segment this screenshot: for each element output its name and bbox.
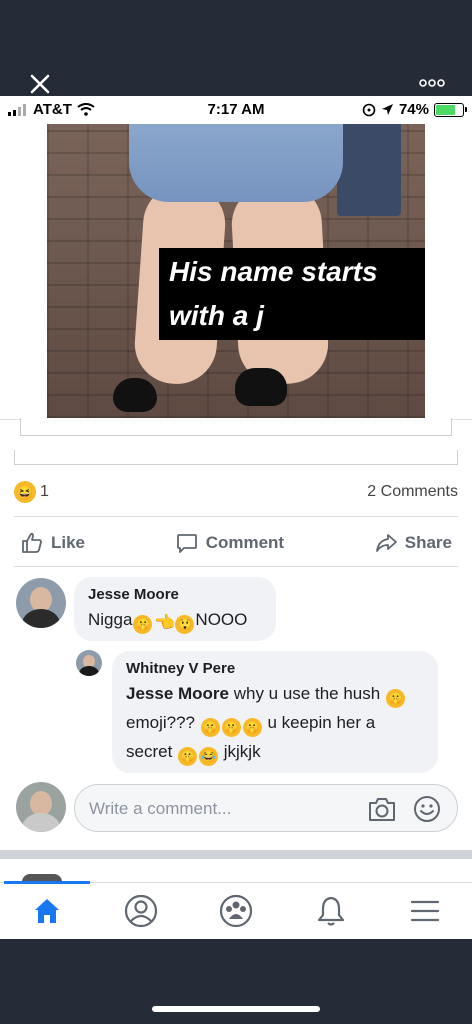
trash-bin-shape <box>337 124 401 216</box>
profile-icon[interactable] <box>123 893 159 929</box>
comment-composer: Write a comment... <box>14 782 458 836</box>
alarm-icon <box>362 103 376 116</box>
post-frame-bottom <box>14 450 458 465</box>
active-tab-indicator <box>4 881 90 884</box>
shared-photo-card[interactable]: His name starts with a j <box>0 124 472 420</box>
point-left-icon: 👈 <box>154 613 176 632</box>
groups-icon[interactable] <box>218 893 254 929</box>
notifications-icon[interactable] <box>313 893 349 929</box>
share-arrow-icon <box>375 534 397 552</box>
shushing-face-icon: 🤫 <box>242 718 262 737</box>
speech-bubble-icon <box>176 534 197 553</box>
astonished-face-icon: 😲 <box>175 615 195 634</box>
comment-bubble[interactable]: Whitney V Pere Jesse Moore why u use the… <box>112 651 438 773</box>
menu-icon[interactable] <box>407 893 443 929</box>
like-button[interactable]: Like <box>14 531 91 555</box>
bottom-nav <box>0 881 472 939</box>
home-indicator[interactable] <box>152 1006 320 1012</box>
camera-icon[interactable] <box>367 795 397 823</box>
comment-bubble[interactable]: Jesse Moore Nigga 🤫 👈 😲 NOOO <box>74 577 276 641</box>
more-icon[interactable] <box>418 76 446 90</box>
phone-screenshot: AT&T 7:17 AM 74% His name starts with a … <box>0 96 472 939</box>
haha-react-icon: 😆 <box>14 481 36 503</box>
shushing-face-icon: 🤫 <box>385 689 405 708</box>
close-icon[interactable] <box>28 72 52 96</box>
battery-icon <box>434 102 467 117</box>
share-button[interactable]: Share <box>368 531 458 555</box>
denim-shorts-shape <box>129 124 343 202</box>
feed-separator <box>0 850 472 859</box>
comment-count[interactable]: 2 Comments <box>367 483 458 501</box>
location-icon <box>381 104 393 115</box>
post-actions: Like Comment Share <box>14 524 458 562</box>
shushing-face-icon: 🤫 <box>200 718 220 737</box>
comment-author[interactable]: Whitney V Pere <box>126 660 424 677</box>
comment-author[interactable]: Jesse Moore <box>88 586 262 603</box>
photo-caption: His name starts with a j <box>159 248 425 340</box>
current-user-avatar <box>16 782 66 832</box>
comment-button[interactable]: Comment <box>169 531 290 555</box>
comment-placeholder: Write a comment... <box>89 799 232 818</box>
link-preview-box[interactable] <box>20 418 452 436</box>
status-bar: AT&T 7:17 AM 74% <box>0 96 472 124</box>
avatar[interactable] <box>76 650 102 676</box>
emoji-icon[interactable] <box>413 795 441 823</box>
comment-input[interactable]: Write a comment... <box>74 784 458 832</box>
reactions-row[interactable]: 😆 1 2 Comments <box>14 478 458 508</box>
home-icon[interactable] <box>29 893 65 929</box>
divider <box>14 566 458 567</box>
tears-of-joy-icon: 😂 <box>199 747 219 766</box>
shushing-face-icon: 🤫 <box>178 747 198 766</box>
comment-text: Nigga 🤫 👈 😲 NOOO <box>88 610 248 634</box>
shushing-face-icon: 🤫 <box>133 615 153 634</box>
battery-percent: 74% <box>398 101 429 118</box>
mention-link[interactable]: Jesse Moore <box>126 684 229 703</box>
thumbs-up-icon <box>22 532 42 553</box>
shushing-face-icon: 🤫 <box>221 718 241 737</box>
divider <box>14 516 458 517</box>
comment-text: Jesse Moore why u use the hush 🤫 emoji??… <box>126 679 424 766</box>
reaction-count[interactable]: 1 <box>40 483 49 501</box>
viewer-top-bar <box>0 0 472 96</box>
avatar[interactable] <box>16 578 66 628</box>
post-photo[interactable]: His name starts with a j <box>47 124 425 418</box>
